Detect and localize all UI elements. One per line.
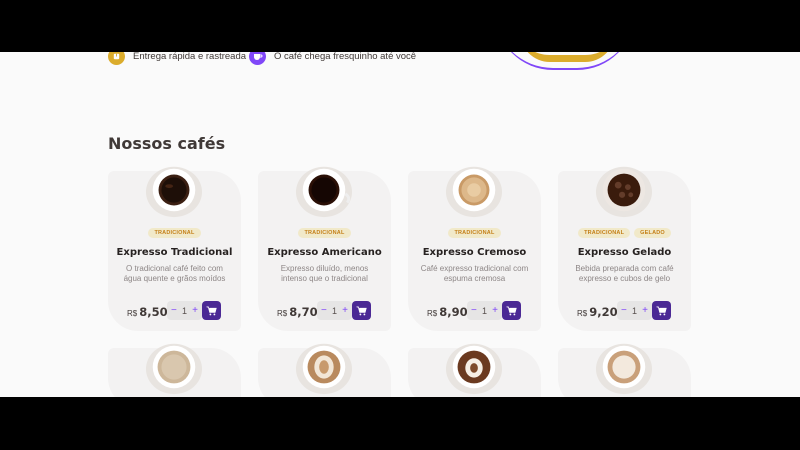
add-to-cart-button[interactable] xyxy=(202,301,221,320)
product-tags: TRADICIONAL xyxy=(408,228,541,238)
product-price: R$ 8,50 xyxy=(127,303,168,321)
price-amount: 8,90 xyxy=(439,305,468,319)
add-to-cart-button[interactable] xyxy=(502,301,521,320)
coffee-cup-image xyxy=(145,343,203,395)
decrease-quantity-button[interactable]: − xyxy=(171,305,177,316)
coffee-cup-image xyxy=(445,166,503,218)
coffee-cup-icon xyxy=(249,52,266,65)
product-name: Expresso Americano xyxy=(267,247,382,258)
currency-symbol: R$ xyxy=(427,309,438,318)
decrease-quantity-button[interactable]: − xyxy=(471,305,477,316)
feature-label: Entrega rápida e rastreada xyxy=(133,52,247,62)
product-tags: TRADICIONAL GELADO xyxy=(558,228,691,238)
shopping-cart-icon xyxy=(356,306,367,315)
quantity-value: 1 xyxy=(481,305,487,316)
page-viewport: Entrega rápida e rastreada O café chega … xyxy=(0,52,800,397)
product-card: TRADICIONAL GELADO Expresso Gelado Bebida… xyxy=(558,166,691,331)
currency-symbol: R$ xyxy=(277,309,288,318)
decrease-quantity-button[interactable]: − xyxy=(621,305,627,316)
quantity-stepper: − 1 + xyxy=(317,301,352,320)
coffee-cup-image xyxy=(295,166,353,218)
coffee-cup-image xyxy=(595,166,653,218)
catalog-title: Nossos cafés xyxy=(108,134,226,153)
add-to-cart-button[interactable] xyxy=(652,301,671,320)
product-description: Café expresso tradicional com espuma cre… xyxy=(420,264,529,283)
shopping-cart-icon xyxy=(506,306,517,315)
shopping-cart-icon xyxy=(656,306,667,315)
package-icon xyxy=(108,52,125,65)
price-amount: 9,20 xyxy=(589,305,618,319)
quantity-value: 1 xyxy=(181,305,187,316)
feature-fresh-coffee: O café chega fresquinho até você xyxy=(249,52,416,65)
coffee-cup-image xyxy=(145,166,203,218)
product-card: TRADICIONAL Expresso Americano Expresso … xyxy=(258,166,391,331)
price-amount: 8,50 xyxy=(139,305,168,319)
product-tag: TRADICIONAL xyxy=(448,228,501,238)
feature-fast-delivery: Entrega rápida e rastreada xyxy=(108,52,246,65)
product-name: Expresso Tradicional xyxy=(116,247,233,258)
shopping-cart-icon xyxy=(206,306,217,315)
quantity-stepper: − 1 + xyxy=(467,301,502,320)
decrease-quantity-button[interactable]: − xyxy=(321,305,327,316)
product-card xyxy=(258,343,391,397)
increase-quantity-button[interactable]: + xyxy=(192,305,198,316)
quantity-value: 1 xyxy=(631,305,637,316)
product-tag: GELADO xyxy=(634,228,671,238)
product-name: Expresso Cremoso xyxy=(422,247,527,258)
quantity-stepper: − 1 + xyxy=(167,301,202,320)
product-card xyxy=(108,343,241,397)
product-tags: TRADICIONAL xyxy=(258,228,391,238)
product-card: TRADICIONAL Expresso Tradicional O tradi… xyxy=(108,166,241,331)
product-card xyxy=(408,343,541,397)
product-description: Bebida preparada com café expresso e cub… xyxy=(575,264,674,283)
product-price: R$ 8,90 xyxy=(427,303,468,321)
increase-quantity-button[interactable]: + xyxy=(492,305,498,316)
product-price: R$ 8,70 xyxy=(277,303,318,321)
product-tag: TRADICIONAL xyxy=(578,228,631,238)
product-price: R$ 9,20 xyxy=(577,303,618,321)
product-description: O tradicional café feito com água quente… xyxy=(123,264,226,283)
product-description: Expresso diluído, menos intenso que o tr… xyxy=(280,264,369,283)
increase-quantity-button[interactable]: + xyxy=(342,305,348,316)
currency-symbol: R$ xyxy=(127,309,138,318)
quantity-stepper: − 1 + xyxy=(617,301,652,320)
quantity-value: 1 xyxy=(331,305,337,316)
coffee-cup-image xyxy=(595,343,653,395)
coffee-cup-image xyxy=(295,343,353,395)
currency-symbol: R$ xyxy=(577,309,588,318)
add-to-cart-button[interactable] xyxy=(352,301,371,320)
product-name: Expresso Gelado xyxy=(577,247,672,258)
increase-quantity-button[interactable]: + xyxy=(642,305,648,316)
product-tags: TRADICIONAL xyxy=(108,228,241,238)
product-card: TRADICIONAL Expresso Cremoso Café expres… xyxy=(408,166,541,331)
product-tag: TRADICIONAL xyxy=(148,228,201,238)
feature-label: O café chega fresquinho até você xyxy=(274,52,417,62)
price-amount: 8,70 xyxy=(289,305,318,319)
product-card xyxy=(558,343,691,397)
coffee-cup-image xyxy=(445,343,503,395)
product-tag: TRADICIONAL xyxy=(298,228,351,238)
